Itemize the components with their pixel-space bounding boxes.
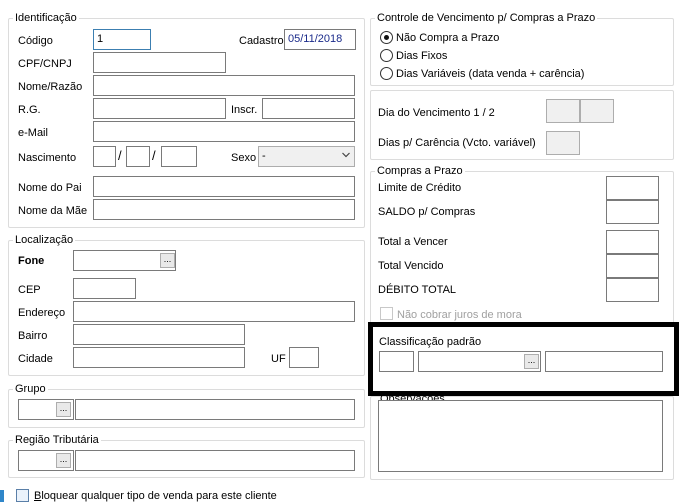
grupo-lookup-button[interactable]: ... [56,402,71,417]
nascimento-label: Nascimento [18,152,77,164]
fone-lookup-button[interactable]: ... [160,253,175,268]
sexo-value: - [262,150,266,162]
codigo-input[interactable]: 1 [93,29,151,50]
regiao-desc-input[interactable] [75,450,355,471]
inscr-input[interactable] [262,98,355,119]
classificacao-title: Classificação padrão [379,336,482,348]
nascimento-day-input[interactable] [93,146,116,167]
radio-label-nao-compra[interactable]: Não Compra a Prazo [396,31,499,45]
juros-checkbox[interactable] [380,307,393,320]
date-separator: / [152,148,156,163]
rg-label: R.G. [18,104,41,116]
total-vencido-label: Total Vencido [378,260,444,272]
saldo-label: SALDO p/ Compras [378,206,476,218]
identificacao-title: Identificação [13,11,79,25]
debito-total-input[interactable] [606,278,659,302]
bairro-input[interactable] [73,324,245,345]
endereco-label: Endereço [18,307,66,319]
total-vencer-input[interactable] [606,230,659,254]
sexo-select[interactable]: - [258,146,355,167]
grupo-title: Grupo [13,382,48,396]
bloquear-checkbox[interactable] [16,489,29,502]
uf-input[interactable] [289,347,319,368]
cpf-input[interactable] [93,52,226,73]
email-label: e-Mail [18,127,48,139]
date-separator: / [118,148,122,163]
dia-vencimento-label: Dia do Vencimento 1 / 2 [378,107,495,119]
radio-nao-compra-prazo[interactable] [380,31,393,44]
bairro-label: Bairro [18,330,48,342]
bloquear-label[interactable]: Bloquear qualquer tipo de venda para est… [34,489,277,503]
cadastro-input[interactable]: 05/11/2018 [284,29,356,50]
left-edge-indicator [0,490,4,502]
classificacao-code-input[interactable] [379,351,414,372]
inscr-label: Inscr. [231,104,258,116]
pai-label: Nome do Pai [18,182,82,194]
classificacao-desc-input[interactable] [545,351,663,372]
saldo-input[interactable] [606,200,659,224]
juros-label: Não cobrar juros de mora [397,309,522,321]
cep-input[interactable] [73,278,136,299]
regiao-lookup-button[interactable]: ... [56,453,71,468]
vencimento-title: Controle de Vencimento p/ Compras a Praz… [375,11,598,25]
codigo-label: Código [18,35,53,47]
classificacao-select-input[interactable] [418,351,541,372]
radio-dias-variaveis[interactable] [380,67,393,80]
cidade-label: Cidade [18,353,53,365]
regiao-title: Região Tributária [13,433,101,447]
observacoes-textarea[interactable] [378,400,663,472]
sexo-label: Sexo [231,152,257,164]
dias-carencia-input[interactable] [546,131,580,155]
mae-label: Nome da Mãe [18,205,88,217]
fone-label: Fone [18,255,45,267]
rg-input[interactable] [93,98,226,119]
limite-credito-label: Limite de Crédito [378,182,462,194]
nome-label: Nome/Razão [18,81,83,93]
cep-label: CEP [18,284,41,296]
debito-total-label: DÉBITO TOTAL [378,284,457,296]
nascimento-year-input[interactable] [161,146,197,167]
grupo-desc-input[interactable] [75,399,355,420]
dia-vencimento-2-input[interactable] [580,99,614,123]
cadastro-label: Cadastro [239,35,284,47]
nascimento-month-input[interactable] [126,146,150,167]
cpf-label: CPF/CNPJ [18,58,72,70]
pai-input[interactable] [93,176,355,197]
cidade-input[interactable] [73,347,245,368]
radio-label-dias-fixos[interactable]: Dias Fixos [396,49,447,63]
dia-vencimento-1-input[interactable] [546,99,580,123]
limite-credito-input[interactable] [606,176,659,200]
radio-label-dias-variaveis[interactable]: Dias Variáveis (data venda + carência) [396,67,584,81]
localizacao-title: Localização [13,233,76,247]
chevron-down-icon [342,152,350,158]
nome-input[interactable] [93,75,355,96]
total-vencido-input[interactable] [606,254,659,278]
radio-dias-fixos[interactable] [380,49,393,62]
total-vencer-label: Total a Vencer [378,236,448,248]
email-input[interactable] [93,121,355,142]
uf-label: UF [271,353,286,365]
dias-carencia-label: Dias p/ Carência (Vcto. variável) [378,137,536,149]
compras-title: Compras a Prazo [375,164,465,178]
endereco-input[interactable] [73,301,355,322]
classificacao-lookup-button[interactable]: ... [524,354,539,369]
mae-input[interactable] [93,199,355,220]
